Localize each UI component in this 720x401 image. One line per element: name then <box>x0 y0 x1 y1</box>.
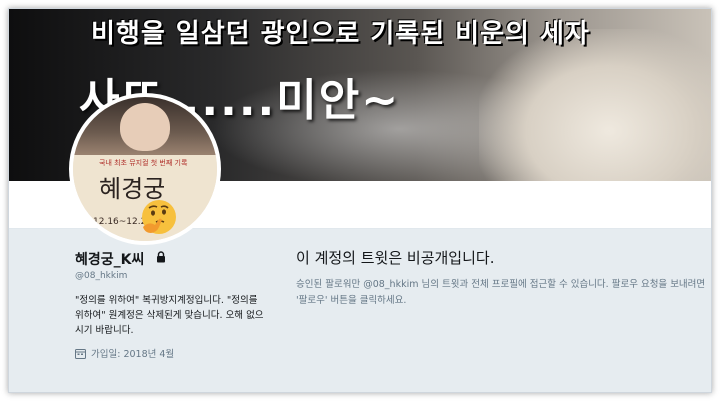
avatar-face <box>120 103 170 151</box>
profile-screenshot-frame: 비행을 일삼던 광인으로 기록된 비운의 세자 사또......미안~ 국내 최… <box>8 8 712 393</box>
profile-joined-date: 가입일: 2018년 4월 <box>91 349 175 360</box>
lock-icon <box>157 251 165 263</box>
private-account-description: 승인된 팔로워만 @08_hkkim 님의 트윗과 전체 프로필에 접근할 수 … <box>296 279 706 306</box>
profile-handle[interactable]: @08_hkkim <box>75 271 127 281</box>
thinking-face-icon <box>142 200 176 234</box>
private-account-heading: 이 계정의 트윗은 비공개입니다. <box>296 249 495 267</box>
banner-figure <box>479 29 711 181</box>
banner-title: 비행을 일삼던 광인으로 기록된 비운의 세자 <box>91 19 590 49</box>
profile-name: 혜경궁_K씨 <box>75 252 145 268</box>
avatar-poster-tag: 국내 최초 뮤지컬 첫 번째 기록 <box>99 159 188 167</box>
profile-bio: "정의를 위하여" 복귀방지계정입니다. "정의를 위하여" 원계정은 삭제된게… <box>75 295 264 336</box>
calendar-icon <box>75 349 86 359</box>
